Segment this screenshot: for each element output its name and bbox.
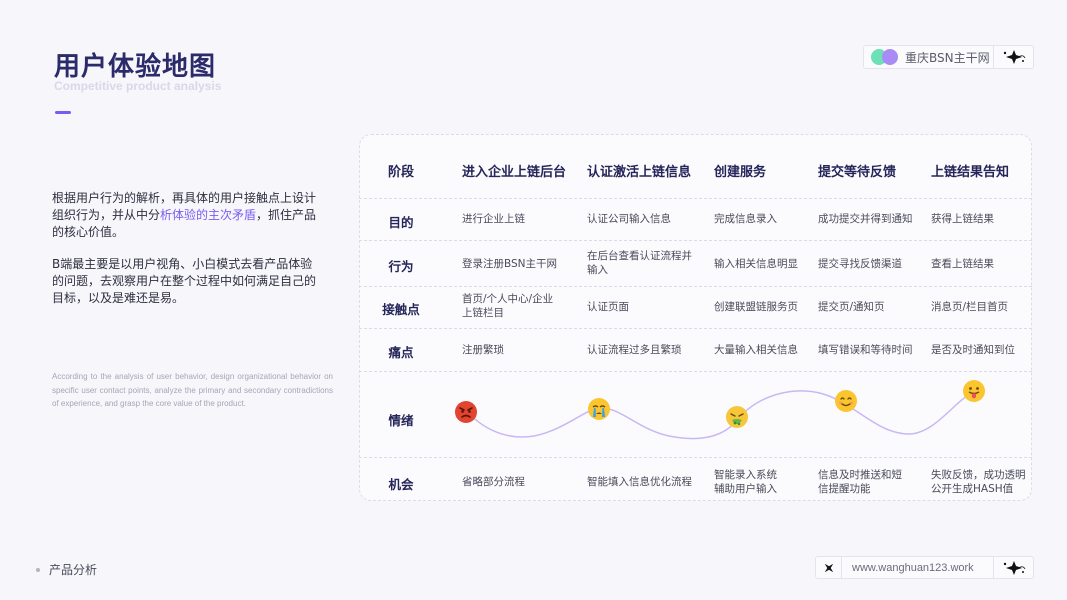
map-cell: 登录注册BSN主干网	[462, 258, 558, 270]
row-label-touchpoint: 接触点	[382, 302, 420, 317]
map-cell: 认证页面	[587, 301, 629, 313]
sparkle-logo-icon	[993, 557, 1033, 578]
row-divider	[359, 286, 1032, 287]
angry-face-icon	[455, 401, 477, 423]
map-cell: 是否及时通知到位	[931, 344, 1015, 356]
stage-header: 创建服务	[714, 165, 767, 180]
stage-header: 上链结果告知	[931, 165, 1010, 180]
stage-header: 提交等待反馈	[818, 165, 897, 180]
crying-face-icon	[588, 398, 610, 420]
sparkle-icon	[816, 557, 842, 578]
map-cell: 认证公司输入信息	[587, 213, 671, 225]
stage-header: 进入企业上链后台	[462, 165, 567, 180]
smiling-face-icon	[835, 390, 857, 412]
map-cell: 创建联盟链服务页	[714, 301, 798, 313]
map-cell: 提交页/通知页	[818, 301, 885, 313]
row-label-goal: 目的	[388, 215, 414, 230]
row-divider	[359, 198, 1032, 199]
bullet-icon	[36, 567, 40, 572]
row-label-pain-point: 痛点	[388, 345, 414, 360]
footer-url-badge[interactable]: www.wanghuan123.work	[815, 556, 1034, 579]
row-label-behavior: 行为	[388, 259, 414, 274]
map-cell: 消息页/栏目首页	[931, 301, 1009, 313]
map-cell: 智能录入系统辅助用户输入	[714, 469, 777, 495]
sparkle-logo-icon	[993, 46, 1033, 68]
footer-section: 产品分析	[36, 561, 97, 578]
map-cell: 查看上链结果	[931, 258, 994, 270]
map-cell: 信息及时推送和短信提醒功能	[818, 469, 902, 495]
map-cell: 智能填入信息优化流程	[587, 476, 692, 488]
map-cell: 完成信息录入	[714, 213, 777, 225]
map-cell: 填写错误和等待时间	[818, 344, 913, 356]
map-cell: 输入相关信息明显	[714, 258, 798, 270]
page-title: 用户体验地图	[54, 52, 217, 82]
intro-english: According to the analysis of user behavi…	[52, 372, 333, 408]
footer-url[interactable]: www.wanghuan123.work	[852, 562, 974, 574]
intro-paragraph-2: B端最主要是以用户视角、小白模式去看产品体验的问题，去观察用户在整个过程中如何满…	[52, 257, 317, 305]
stage-header-label: 阶段	[388, 165, 415, 180]
row-divider	[359, 240, 1032, 241]
map-cell: 注册繁琐	[462, 344, 504, 356]
map-cell: 在后台查看认证流程并输入	[587, 250, 692, 276]
map-cell: 进行企业上链	[462, 213, 525, 225]
map-cell: 首页/个人中心/企业上链栏目	[462, 293, 554, 319]
map-cell: 提交寻找反馈渠道	[818, 258, 902, 270]
row-divider	[359, 328, 1032, 329]
brand-name: 重庆BSN主干网	[905, 50, 990, 65]
intro-highlight: 析体验的主次矛盾	[160, 208, 257, 222]
page-subtitle: Competitive product analysis	[54, 79, 222, 93]
title-accent-bar	[55, 111, 71, 114]
tongue-face-icon	[963, 380, 985, 402]
map-cell: 失败反馈，成功透明公开生成HASH值	[931, 469, 1026, 495]
footer-section-label: 产品分析	[49, 563, 98, 577]
row-label-opportunity: 机会	[388, 477, 414, 492]
map-cell: 大量输入相关信息	[714, 344, 798, 356]
brand-logo-icon	[871, 49, 903, 65]
map-cell: 认证流程过多且繁琐	[587, 344, 682, 356]
map-cell: 获得上链结果	[931, 213, 994, 225]
brand-badge: 重庆BSN主干网	[863, 45, 1034, 69]
stage-header: 认证激活上链信息	[587, 165, 692, 180]
map-cell: 省略部分流程	[462, 476, 525, 488]
map-cell: 成功提交并得到通知	[818, 213, 913, 225]
intro-paragraph-1: 根据用户行为的解析，再具体的用户接触点上设计组织行为，并从中分析体验的主次矛盾，…	[52, 190, 324, 241]
sick-face-icon	[726, 406, 748, 428]
